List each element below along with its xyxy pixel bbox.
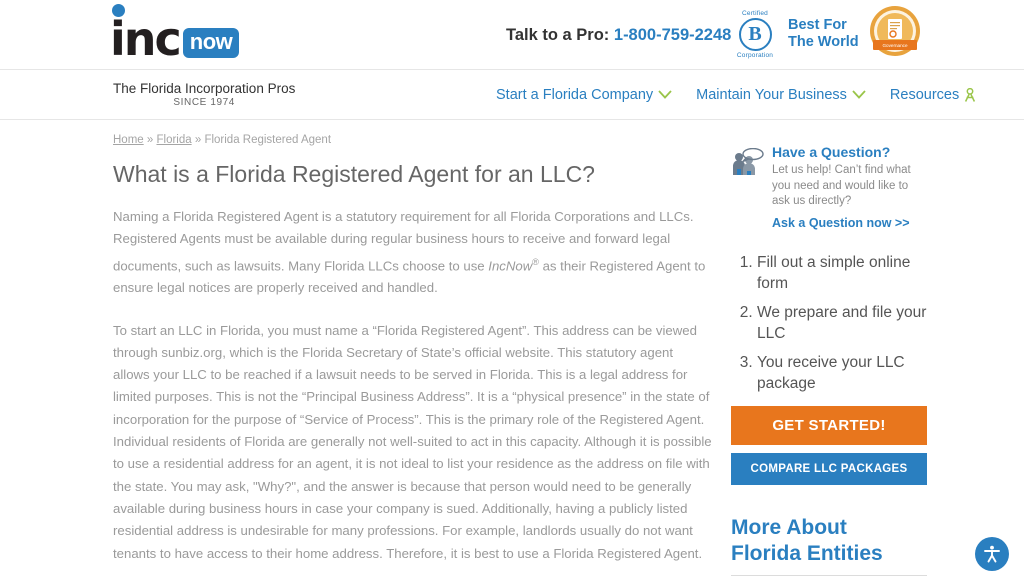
chevron-down-icon [658,90,672,99]
logo-text-inc: inc [110,3,182,62]
person-icon [965,87,976,102]
article-paragraph-1: Naming a Florida Registered Agent is a s… [113,206,713,300]
step-item: You receive your LLC package [757,352,927,394]
trust-badges: Certified B Corporation Best For The Wor… [728,4,925,64]
logo-dot-icon [112,3,125,17]
have-a-question-description: Let us help! Can’t find what you need an… [772,164,911,207]
award-seal-icon: Governance [869,6,920,56]
people-speech-bubble-icon [733,147,764,175]
b-corp-circle-icon: B [738,17,772,51]
sidebar: Have a Question? Let us help! Can’t find… [731,134,927,584]
site-tagline: The Florida Incorporation Pros SINCE 197… [113,81,295,109]
b-corp-certified-label: Certified [741,9,768,17]
nav-item-start-a-florida-company[interactable]: Start a Florida Company [496,87,672,103]
site-logo[interactable]: inc now [110,3,240,62]
talk-to-a-pro: Talk to a Pro: 1-800-759-2248 [506,26,731,45]
page-title: What is a Florida Registered Agent for a… [113,161,595,187]
how-it-works-steps: Fill out a simple online form We prepare… [731,252,927,394]
breadcrumb: Home » Florida » Florida Registered Agen… [113,134,713,146]
b-corp-badge: Certified B Corporation [728,10,782,59]
best-for-line-1: Best For [788,17,847,33]
phone-number-link[interactable]: 1-800-759-2248 [614,26,731,44]
more-about-heading: More About Florida Entities [731,515,927,576]
more-about-heading-line-2: Florida Entities [731,541,883,565]
article-column: Home » Florida » Florida Registered Agen… [113,134,713,584]
nav-item-label: Start a Florida Company [496,86,654,103]
nav-item-label: Resources [889,86,960,103]
nav-item-label: Maintain Your Business [696,86,847,103]
question-text-block: Have a Question? Let us help! Can’t find… [772,144,927,230]
talk-to-a-pro-label: Talk to a Pro: [506,26,610,44]
tagline-text: The Florida Incorporation Pros [113,80,296,96]
breadcrumb-florida[interactable]: Florida [156,134,191,146]
chevron-down-icon [852,90,866,99]
step-item: We prepare and file your LLC [757,302,927,344]
accessibility-widget-button[interactable] [975,537,1009,571]
page-body: Home » Florida » Florida Registered Agen… [0,120,1024,584]
more-about-heading-line-1: More About [731,515,847,539]
nav-item-maintain-your-business[interactable]: Maintain Your Business [696,87,866,103]
best-for-line-2: The World [788,34,859,50]
have-a-question-box: Have a Question? Let us help! Can’t find… [731,144,927,230]
best-for-the-world-text: Best For The World [788,17,859,51]
seal-ribbon-label: Governance [882,43,907,48]
logo-now-badge: now [182,27,240,58]
ask-a-question-link[interactable]: Ask a Question now >> [772,216,927,230]
have-a-question-title: Have a Question? [772,144,891,160]
breadcrumb-separator-1: » [143,134,157,146]
incnow-brand-mention: IncNow [488,257,533,273]
logo-inc-label: inc [110,11,182,66]
step-item: Fill out a simple online form [757,252,927,294]
accessibility-icon [984,545,1000,563]
top-header-bar: inc now Talk to a Pro: 1-800-759-2248 Ce… [0,0,1024,70]
tagline-since: SINCE 1974 [173,96,235,108]
question-people-icon [731,144,765,230]
breadcrumb-current: Florida Registered Agent [204,134,332,146]
registered-trademark-symbol: ® [532,256,539,267]
breadcrumb-home[interactable]: Home [113,134,144,146]
article-paragraph-2: To start an LLC in Florida, you must nam… [113,322,712,561]
compare-llc-packages-button[interactable]: COMPARE LLC PACKAGES [731,452,927,485]
get-started-button[interactable]: GET STARTED! [731,405,927,445]
b-corp-corporation-label: Corporation [736,51,774,59]
nav-links: Start a Florida Company Maintain Your Bu… [496,87,976,103]
breadcrumb-separator-2: » [191,134,205,146]
nav-item-resources[interactable]: Resources [890,87,976,103]
main-navigation-bar: The Florida Incorporation Pros SINCE 197… [0,70,1024,120]
